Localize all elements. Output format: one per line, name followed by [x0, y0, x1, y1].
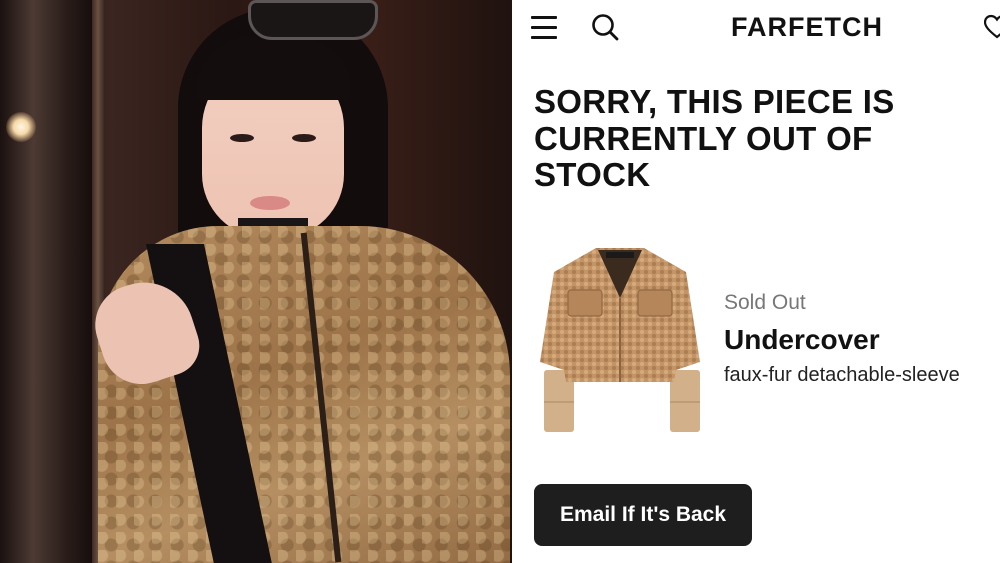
- celebrity-photo: [0, 0, 512, 563]
- heart-icon[interactable]: [984, 14, 1000, 40]
- lips: [250, 196, 290, 210]
- farfetch-product-screen: FARFETCH SORRY, THIS PIECE IS CURRENTLY …: [512, 0, 1000, 563]
- search-icon[interactable]: [590, 12, 620, 42]
- brand-logo[interactable]: FARFETCH: [662, 10, 952, 44]
- hamburger-menu-icon[interactable]: [531, 15, 557, 39]
- product-description[interactable]: faux-fur detachable-sleeve: [724, 362, 1000, 388]
- sunglasses: [248, 0, 378, 40]
- door-frame: [0, 0, 95, 563]
- email-if-back-button[interactable]: Email If It's Back: [534, 484, 752, 546]
- wall-light: [6, 112, 36, 142]
- sold-out-label: Sold Out: [724, 291, 806, 314]
- product-image[interactable]: [536, 242, 704, 442]
- left-eye: [230, 134, 254, 142]
- right-eye: [292, 134, 316, 142]
- top-navigation-bar: FARFETCH: [512, 0, 1000, 56]
- product-card[interactable]: Sold Out Undercover faux-fur detachable-…: [512, 232, 1000, 452]
- product-info: Sold Out Undercover faux-fur detachable-…: [724, 290, 1000, 388]
- designer-name[interactable]: Undercover: [724, 323, 1000, 357]
- out-of-stock-headline: SORRY, THIS PIECE IS CURRENTLY OUT OF ST…: [534, 83, 895, 193]
